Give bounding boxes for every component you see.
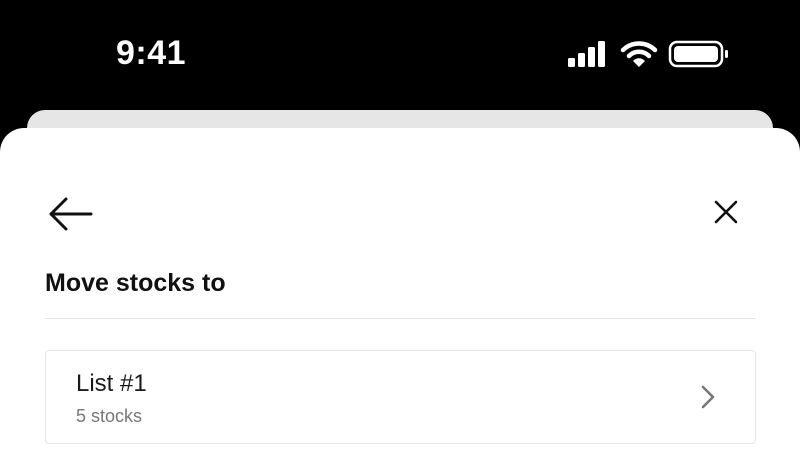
arrow-left-icon xyxy=(49,197,93,231)
divider xyxy=(45,318,756,319)
battery-icon xyxy=(668,40,728,68)
status-icons xyxy=(566,38,730,70)
move-stocks-sheet: Move stocks to List #1 5 stocks xyxy=(0,128,800,450)
close-button[interactable] xyxy=(704,190,748,234)
list-item-name: List #1 xyxy=(76,370,147,397)
chevron-right-icon xyxy=(701,385,715,409)
close-icon xyxy=(714,200,738,224)
sheet-title: Move stocks to xyxy=(45,269,226,297)
wifi-icon xyxy=(620,41,658,67)
status-time: 9:41 xyxy=(116,34,187,72)
back-button[interactable] xyxy=(40,190,100,238)
list-item[interactable]: List #1 5 stocks xyxy=(45,350,756,444)
list-item-count: 5 stocks xyxy=(76,406,143,426)
status-bar: 9:41 xyxy=(0,0,800,110)
cellular-signal-icon xyxy=(568,41,605,67)
